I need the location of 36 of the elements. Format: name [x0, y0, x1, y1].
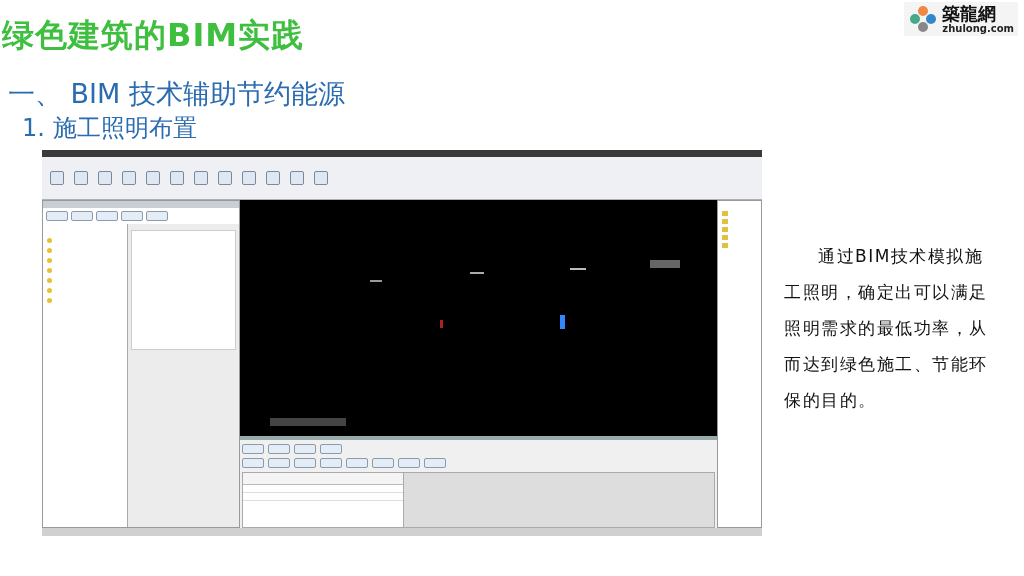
subsection-heading: 1. 施工照明布置	[22, 113, 198, 144]
toolbar-icon[interactable]	[398, 458, 420, 468]
toolbar-icon[interactable]	[242, 458, 264, 468]
logo-icon	[908, 4, 939, 34]
toolbar-icon[interactable]	[146, 171, 160, 185]
toolbar-icon[interactable]	[146, 211, 168, 221]
toolbar-icon[interactable]	[294, 458, 316, 468]
description-text: 通过BIM技术模拟施工照明，确定出可以满足照明需求的最低功率，从而达到绿色施工、节能环保的目的。	[784, 245, 989, 412]
logo-url: zhulong.com	[942, 22, 1014, 34]
toolbar-icon[interactable]	[218, 171, 232, 185]
section-heading: 一、 BIM 技术辅助节约能源	[8, 77, 346, 111]
toolbar-icon[interactable]	[121, 211, 143, 221]
toolbar-icon[interactable]	[346, 458, 368, 468]
toolbar-icon[interactable]	[320, 458, 342, 468]
toolbar-icon[interactable]	[98, 171, 112, 185]
toolbar-icon[interactable]	[96, 211, 118, 221]
panel-tab[interactable]	[294, 444, 316, 454]
toolbar-icon[interactable]	[242, 171, 256, 185]
toolbar-icon[interactable]	[290, 171, 304, 185]
slide-title: 绿色建筑的BIM实践	[2, 15, 305, 56]
toolbar-icon[interactable]	[50, 171, 64, 185]
toolbar-icon[interactable]	[46, 211, 68, 221]
toolbar-icon[interactable]	[372, 458, 394, 468]
panel-tab[interactable]	[320, 444, 342, 454]
logo-name: 築龍網	[942, 4, 997, 23]
panel-tab[interactable]	[242, 444, 264, 454]
toolbar-icon[interactable]	[314, 171, 328, 185]
toolbar-icon[interactable]	[424, 458, 446, 468]
toolbar-icon[interactable]	[194, 171, 208, 185]
toolbar-icon[interactable]	[71, 211, 93, 221]
toolbar-icon[interactable]	[170, 171, 184, 185]
panel-tab[interactable]	[268, 444, 290, 454]
toolbar-icon[interactable]	[266, 171, 280, 185]
toolbar-icon[interactable]	[268, 458, 290, 468]
toolbar-icon[interactable]	[122, 171, 136, 185]
toolbar-icon[interactable]	[74, 171, 88, 185]
